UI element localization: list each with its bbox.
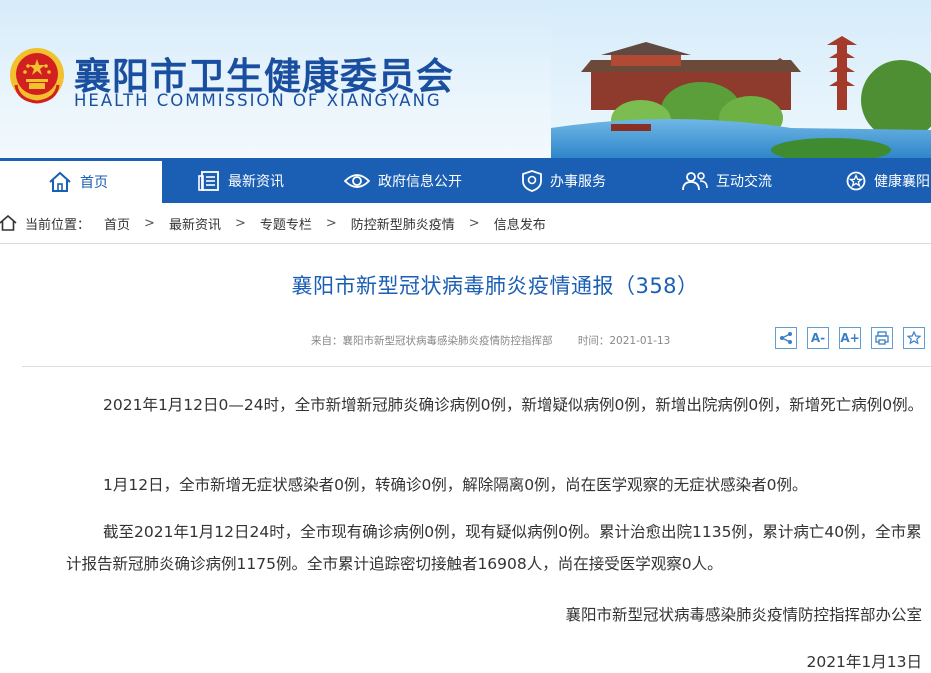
nav-item-label: 健康襄阳 <box>874 173 930 190</box>
article-paragraph: 截至2021年1月12日24时，全市现有确诊病例0例，现有疑似病例0例。累计治愈… <box>66 523 922 573</box>
article-meta: 来自：襄阳市新型冠状病毒感染肺炎疫情防控指挥部 时间：2021-01-13 <box>311 333 670 348</box>
article-toolbar: A- A+ <box>775 327 925 349</box>
breadcrumb-separator: > <box>325 215 337 231</box>
breadcrumb-link-topics[interactable]: 专题专栏 <box>260 214 312 233</box>
article-date: 2021年1月13日 <box>806 653 922 671</box>
article-paragraph: 1月12日，全市新增无症状感染者0例，转确诊0例，解除隔离0例，尚在医学观察的无… <box>103 476 808 494</box>
nav-item-label: 办事服务 <box>550 173 606 190</box>
content-divider <box>22 366 931 367</box>
breadcrumb: 当前位置： 首页 > 最新资讯 > 专题专栏 > 防控新型肺炎疫情 > 信息发布 <box>0 203 931 244</box>
shield-icon <box>522 169 542 192</box>
breadcrumb-separator: > <box>468 215 480 231</box>
breadcrumb-link-epidemic[interactable]: 防控新型肺炎疫情 <box>351 214 455 233</box>
article-paragraph: 2021年1月12日0—24时，全市新增新冠肺炎确诊病例0例，新增疑似病例0例，… <box>103 396 924 414</box>
breadcrumb-prefix: 当前位置： <box>25 217 91 233</box>
font-increase-button[interactable]: A+ <box>839 327 861 349</box>
nav-item-gov-info[interactable]: 政府信息公开 <box>344 158 462 203</box>
city-scenery-image <box>551 0 931 158</box>
breadcrumb-link-info-release[interactable]: 信息发布 <box>494 214 546 233</box>
national-emblem-icon <box>10 48 64 104</box>
eye-icon <box>344 173 370 188</box>
breadcrumb-link-news[interactable]: 最新资讯 <box>169 214 221 233</box>
nav-item-services[interactable]: 办事服务 <box>522 158 606 203</box>
nav-item-label: 互动交流 <box>716 173 772 190</box>
home-icon <box>49 171 71 192</box>
main-nav: 首页 最新资讯 政府信息公开 办事服务 互动交流 健康襄阳 <box>0 158 931 203</box>
article-time: 时间：2021-01-13 <box>577 335 671 347</box>
nav-item-interaction[interactable]: 互动交流 <box>682 158 772 203</box>
print-button[interactable] <box>871 327 893 349</box>
nav-item-home[interactable]: 首页 <box>0 158 162 203</box>
site-header: 襄阳市卫生健康委员会 HEALTH COMMISSION OF XIANGYAN… <box>0 0 931 158</box>
share-icon <box>780 332 792 344</box>
article-source: 来自：襄阳市新型冠状病毒感染肺炎疫情防控指挥部 <box>311 335 553 347</box>
nav-item-label: 首页 <box>80 175 108 191</box>
article-title: 襄阳市新型冠状病毒肺炎疫情通报（358） <box>291 274 699 298</box>
news-icon <box>198 170 219 191</box>
nav-item-healthy-xiangyang[interactable]: 健康襄阳 <box>846 158 930 203</box>
star-icon <box>907 331 921 345</box>
breadcrumb-separator: > <box>234 215 246 231</box>
site-subtitle: HEALTH COMMISSION OF XIANGYANG <box>74 91 442 110</box>
breadcrumb-link-home[interactable]: 首页 <box>104 214 130 233</box>
star-badge-icon <box>846 171 866 190</box>
breadcrumb-separator: > <box>144 215 155 231</box>
nav-item-label: 最新资讯 <box>228 173 284 190</box>
font-decrease-button[interactable]: A- <box>807 327 829 349</box>
home-icon <box>0 215 17 231</box>
users-icon <box>682 171 708 190</box>
print-icon <box>875 331 889 345</box>
favorite-button[interactable] <box>903 327 925 349</box>
share-button[interactable] <box>775 327 797 349</box>
nav-item-news[interactable]: 最新资讯 <box>198 158 284 203</box>
nav-item-label: 政府信息公开 <box>378 173 462 190</box>
article-signature: 襄阳市新型冠状病毒感染肺炎疫情防控指挥部办公室 <box>565 606 922 624</box>
